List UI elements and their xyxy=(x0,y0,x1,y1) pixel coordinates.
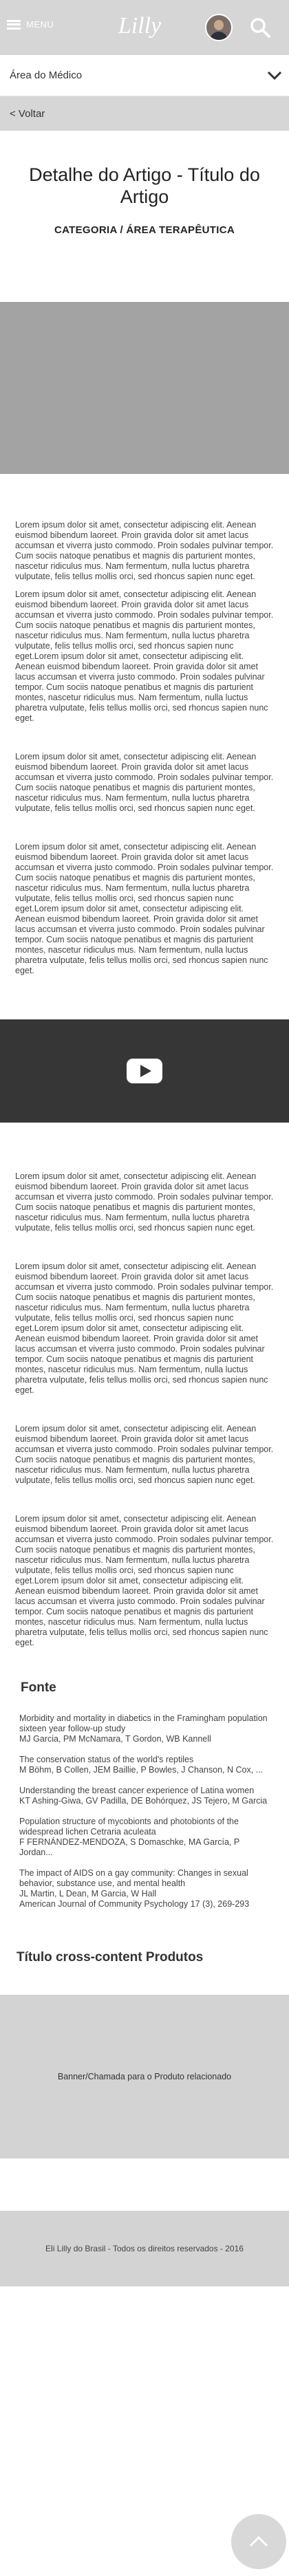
source-item[interactable]: Morbidity and mortality in diabetics in … xyxy=(0,1713,289,1744)
article-paragraph: Lorem ipsum dolor sit amet, consectetur … xyxy=(15,1514,274,1647)
article-paragraph: Lorem ipsum dolor sit amet, consectetur … xyxy=(15,1424,274,1485)
page-title: Detalhe do Artigo - Título do Artigo xyxy=(29,164,260,207)
search-icon[interactable] xyxy=(248,15,272,40)
source-item[interactable]: Population structure of mycobionts and p… xyxy=(0,1817,289,1858)
article-paragraph: Lorem ipsum dolor sit amet, consectetur … xyxy=(15,1262,274,1395)
chevron-down-icon xyxy=(267,71,282,80)
source-title: Population structure of mycobionts and p… xyxy=(19,1817,239,1837)
article-paragraph: Lorem ipsum dolor sit amet, consectetur … xyxy=(15,1171,274,1233)
article-paragraph: Lorem ipsum dolor sit amet, consectetur … xyxy=(15,589,274,723)
top-bar: MENU Lilly xyxy=(0,0,289,55)
play-icon[interactable] xyxy=(127,1059,162,1083)
footer-text: Eli Lilly do Brasil - Todos os direitos … xyxy=(45,2244,244,2253)
product-banner[interactable]: Banner/Chamada para o Produto relacionad… xyxy=(0,1995,289,2158)
source-authors: JL Martin, L Dean, M Garcia, W Hall xyxy=(19,1889,157,1898)
area-selector[interactable]: Área do Médico xyxy=(0,55,289,96)
source-item[interactable]: The conservation status of the world's r… xyxy=(0,1755,289,1775)
product-banner-label: Banner/Chamada para o Produto relacionad… xyxy=(57,2072,232,2081)
source-title: Morbidity and mortality in diabetics in … xyxy=(19,1713,268,1733)
footer: Eli Lilly do Brasil - Todos os direitos … xyxy=(0,2211,289,2286)
source-authors: MJ Garcia, PM McNamara, T Gordon, WB Kan… xyxy=(19,1734,211,1744)
source-journal: American Journal of Community Psychology… xyxy=(19,1899,250,1909)
source-item[interactable]: The impact of AIDS on a gay community: C… xyxy=(0,1868,289,1909)
logo-text: Lilly xyxy=(118,13,162,39)
sources-title: Fonte xyxy=(21,1680,56,1695)
article-paragraph: Lorem ipsum dolor sit amet, consectetur … xyxy=(15,842,274,975)
source-title: Understanding the breast cancer experien… xyxy=(19,1786,255,1795)
source-item[interactable]: Understanding the breast cancer experien… xyxy=(0,1786,289,1806)
hamburger-icon xyxy=(7,19,21,30)
scroll-to-top-button[interactable] xyxy=(231,2514,286,2569)
chevron-up-icon xyxy=(249,2535,268,2547)
source-title: The conservation status of the world's r… xyxy=(19,1755,194,1764)
back-link[interactable]: < Voltar xyxy=(10,108,45,120)
back-bar: < Voltar xyxy=(0,96,289,131)
menu-button[interactable]: MENU xyxy=(7,19,54,30)
menu-label: MENU xyxy=(26,19,54,30)
article-paragraph: Lorem ipsum dolor sit amet, consectetur … xyxy=(15,520,274,581)
source-authors: M Böhm, B Collen, JEM Baillie, P Bowles,… xyxy=(19,1765,264,1775)
hero-image xyxy=(0,302,289,474)
source-authors: KT Ashing-Giwa, GV Padilla, DE Bohórquez… xyxy=(19,1796,268,1806)
article-category: CATEGORIA / ÁREA TERAPÊUTICA xyxy=(54,224,235,236)
cross-content-title: Título cross-content Produtos xyxy=(17,1950,204,1965)
user-avatar[interactable] xyxy=(205,14,233,41)
area-selector-label: Área do Médico xyxy=(10,69,83,81)
source-authors: F FERNÁNDEZ-MENDOZA, S Domaschke, MA Gar… xyxy=(19,1837,239,1857)
lilly-logo[interactable]: Lilly xyxy=(110,8,169,44)
source-title: The impact of AIDS on a gay community: C… xyxy=(19,1868,248,1888)
video-player[interactable] xyxy=(0,1019,289,1123)
article-paragraph: Lorem ipsum dolor sit amet, consectetur … xyxy=(15,752,274,813)
